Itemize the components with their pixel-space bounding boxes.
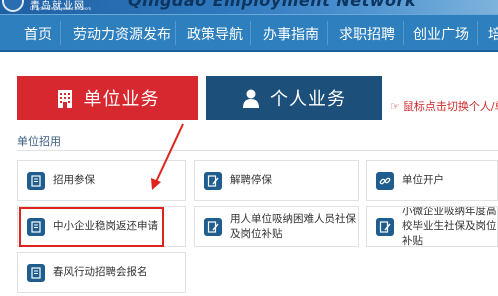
annotation-arrow-icon bbox=[151, 123, 184, 190]
